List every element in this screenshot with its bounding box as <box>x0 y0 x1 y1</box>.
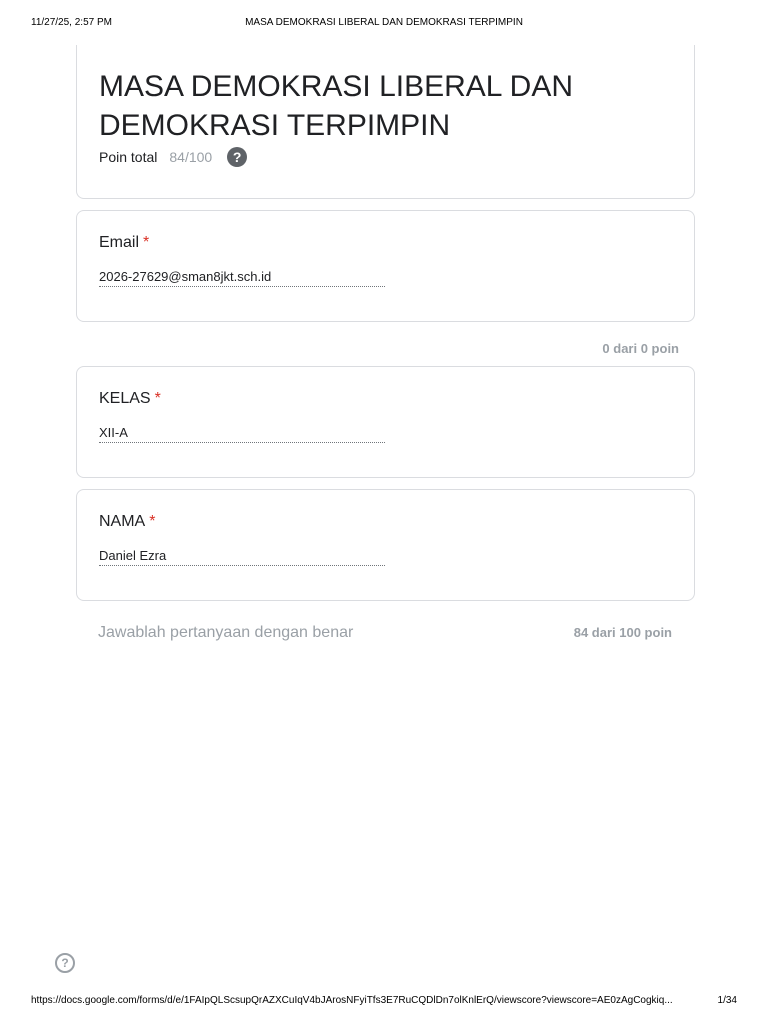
help-outline-icon[interactable]: ? <box>55 953 75 973</box>
question-title: NAMA * <box>99 513 155 531</box>
help-icon[interactable]: ? <box>227 147 248 167</box>
print-page: 11/27/25, 2:57 PM MASA DEMOKRASI LIBERAL… <box>0 0 768 1024</box>
question-card-kelas: KELAS * XII-A <box>76 366 695 478</box>
question-label: KELAS <box>99 390 151 407</box>
question-label: NAMA <box>99 513 146 530</box>
form-title: MASA DEMOKRASI LIBERAL DAN DEMOKRASI TER… <box>99 70 574 142</box>
question-title: KELAS * <box>99 390 161 408</box>
required-asterisk: * <box>143 234 150 251</box>
section-score-main: 84 dari 100 poin <box>573 625 672 640</box>
question-card-email: Email * 2026-27629@sman8jkt.sch.id <box>76 210 695 322</box>
total-score-row: Poin total 84/100 ? <box>99 147 248 167</box>
section-description: Jawablah pertanyaan dengan benar <box>98 624 354 641</box>
answer-kelas: XII-A <box>99 425 385 443</box>
required-asterisk: * <box>149 513 156 530</box>
section-score-identity: 0 dari 0 poin <box>602 341 679 356</box>
answer-nama: Daniel Ezra <box>99 548 385 566</box>
print-page-number: 1/34 <box>717 995 737 1006</box>
question-label: Email <box>99 234 140 251</box>
total-score-label: Poin total <box>99 149 158 165</box>
total-score-value: 84/100 <box>169 149 213 165</box>
question-title: Email * <box>99 234 149 252</box>
print-document-title: MASA DEMOKRASI LIBERAL DAN DEMOKRASI TER… <box>245 17 523 28</box>
print-url: https://docs.google.com/forms/d/e/1FAIpQ… <box>31 995 673 1006</box>
answer-email: 2026-27629@sman8jkt.sch.id <box>99 269 385 287</box>
required-asterisk: * <box>154 390 161 407</box>
form-header-card: MASA DEMOKRASI LIBERAL DAN DEMOKRASI TER… <box>76 45 695 199</box>
question-card-nama: NAMA * Daniel Ezra <box>76 489 695 601</box>
